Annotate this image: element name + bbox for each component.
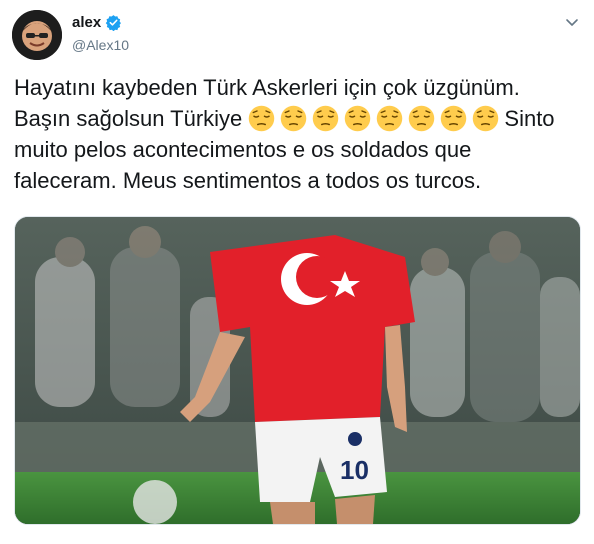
user-handle[interactable]: @Alex10	[72, 37, 129, 53]
user-avatar-icon	[12, 10, 62, 60]
pensive-face-emoji-icon	[281, 105, 307, 132]
tweet-text-line1: Hayatını kaybeden Türk Askerleri için ço…	[14, 75, 520, 100]
author-name-row[interactable]: alex	[72, 14, 122, 32]
emoji-group	[248, 105, 504, 132]
display-name[interactable]: alex	[72, 14, 101, 31]
jersey-number: 10	[340, 455, 369, 485]
pensive-face-emoji-icon	[441, 105, 467, 132]
verified-badge-icon	[105, 14, 122, 32]
avatar[interactable]	[12, 10, 62, 60]
tweet-text-line2: Başın sağolsun Türkiye	[14, 106, 249, 131]
tweet-text-rest: muito pelos acontecimentos e os soldados…	[14, 137, 482, 193]
tweet-text: Hayatını kaybeden Türk Askerleri için ço…	[14, 72, 574, 196]
tweet-card: alex @Alex10 Hayatını kaybeden Türk Aske…	[0, 0, 594, 544]
pensive-face-emoji-icon	[377, 105, 403, 132]
tweet-text-line2-tail: Sinto	[504, 106, 555, 131]
pensive-face-emoji-icon	[409, 105, 435, 132]
football-player-photo-icon: 10	[15, 217, 580, 524]
pensive-face-emoji-icon	[473, 105, 499, 132]
pensive-face-emoji-icon	[249, 105, 275, 132]
pensive-face-emoji-icon	[345, 105, 371, 132]
tweet-photo[interactable]: 10	[14, 216, 581, 525]
pensive-face-emoji-icon	[313, 105, 339, 132]
chevron-down-icon[interactable]	[564, 14, 580, 30]
